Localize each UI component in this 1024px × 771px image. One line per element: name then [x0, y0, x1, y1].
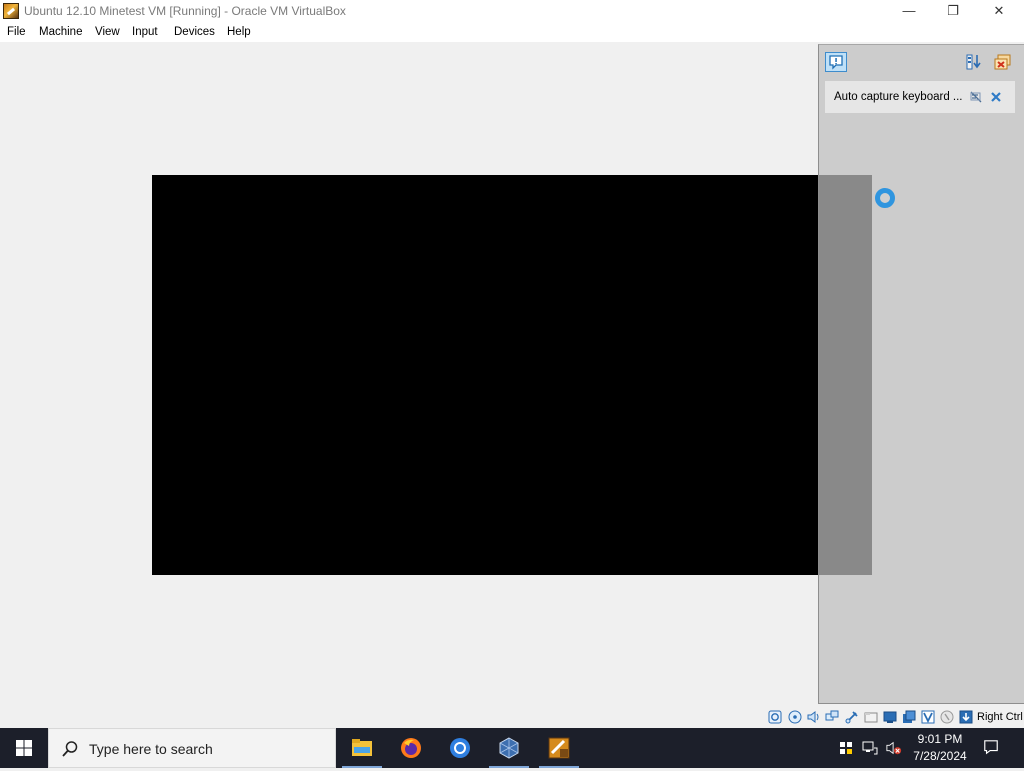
- taskbar-virtualbox-vm[interactable]: [535, 728, 583, 768]
- minimize-button[interactable]: —: [886, 0, 932, 22]
- action-center-icon[interactable]: [983, 739, 999, 755]
- menu-file[interactable]: File: [7, 26, 26, 38]
- menu-input[interactable]: Input: [132, 26, 158, 38]
- windows-taskbar: Type here to search 9:01 PM 7/28/2024: [0, 728, 1024, 768]
- recording-icon[interactable]: [921, 710, 935, 724]
- window-title: Ubuntu 12.10 Minetest VM [Running] - Ora…: [24, 4, 346, 18]
- volume-muted-icon[interactable]: [886, 740, 902, 756]
- virtualbox-app-icon[interactable]: [3, 3, 19, 19]
- mouse-integration-icon[interactable]: [940, 710, 954, 724]
- notification-help-button[interactable]: [969, 90, 983, 104]
- close-icon: [991, 92, 1001, 102]
- taskbar-file-explorer[interactable]: [338, 728, 386, 768]
- menu-view[interactable]: View: [95, 26, 120, 38]
- display-icon[interactable]: [883, 710, 897, 724]
- taskbar-chrome[interactable]: [436, 728, 484, 768]
- notification-message: Auto capture keyboard ...: [834, 91, 963, 103]
- speech-bubble-icon: [829, 55, 843, 70]
- virtualbox-manager-icon: [499, 737, 519, 759]
- usb-icon[interactable]: [845, 710, 859, 724]
- menu-devices[interactable]: Devices: [174, 26, 215, 38]
- taskbar-virtualbox-manager[interactable]: [485, 728, 533, 768]
- shared-folders-icon[interactable]: [864, 710, 878, 724]
- chrome-icon: [450, 738, 470, 758]
- start-button[interactable]: [0, 728, 48, 768]
- close-all-icon: [994, 54, 1011, 70]
- menu-machine[interactable]: Machine: [39, 26, 82, 38]
- host-key-label[interactable]: Right Ctrl: [977, 711, 1023, 723]
- sort-notifications-button[interactable]: [965, 53, 983, 71]
- network-icon[interactable]: [825, 710, 839, 724]
- notification-item[interactable]: Auto capture keyboard ...: [825, 81, 1015, 113]
- notification-close-button[interactable]: [989, 90, 1003, 104]
- windows-update-icon[interactable]: [838, 740, 854, 756]
- virtualbox-vm-icon: [548, 737, 570, 759]
- audio-icon[interactable]: [806, 710, 820, 724]
- clock-date[interactable]: 7/28/2024: [905, 749, 975, 763]
- file-explorer-icon: [352, 739, 372, 756]
- optical-drive-icon[interactable]: [788, 710, 802, 724]
- mouse-pointer-icon: [875, 188, 895, 208]
- hard-disk-icon[interactable]: [768, 710, 782, 724]
- taskbar-firefox[interactable]: [387, 728, 435, 768]
- close-all-notifications-button[interactable]: [994, 53, 1012, 71]
- taskbar-search-box[interactable]: Type here to search: [48, 728, 336, 768]
- windows-logo-icon: [16, 740, 32, 756]
- menu-bar: File Machine View Input Devices Help: [0, 22, 1024, 42]
- network-status-icon[interactable]: [862, 740, 878, 756]
- status-bar: Right Ctrl: [0, 706, 1024, 728]
- maximize-button[interactable]: ❐: [930, 0, 976, 22]
- keyboard-capture-icon[interactable]: [959, 710, 973, 724]
- close-button[interactable]: ✕: [976, 0, 1022, 22]
- firefox-icon: [401, 738, 421, 758]
- menu-help[interactable]: Help: [227, 26, 251, 38]
- do-not-show-icon: [970, 91, 982, 103]
- search-placeholder: Type here to search: [89, 741, 213, 757]
- vm-display[interactable]: [152, 175, 872, 575]
- search-icon: [62, 741, 78, 757]
- title-bar: Ubuntu 12.10 Minetest VM [Running] - Ora…: [0, 0, 1024, 22]
- sort-icon: [966, 54, 981, 70]
- notification-center-panel: Auto capture keyboard ...: [818, 44, 1024, 704]
- clock-time[interactable]: 9:01 PM: [910, 732, 970, 746]
- video-capture-icon[interactable]: [902, 710, 916, 724]
- notification-center-toggle-button[interactable]: [825, 52, 847, 72]
